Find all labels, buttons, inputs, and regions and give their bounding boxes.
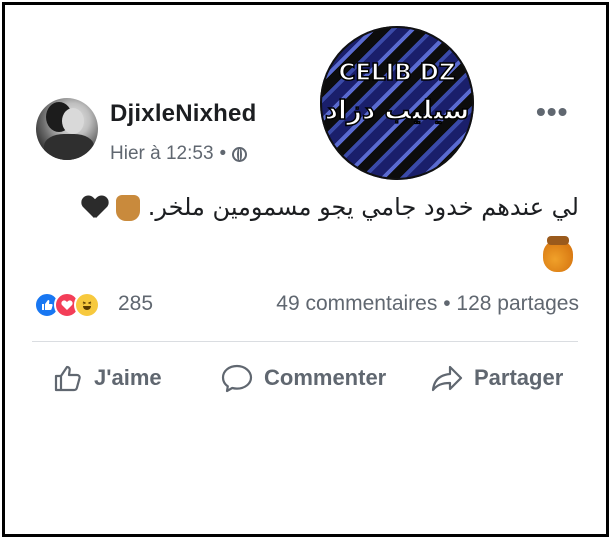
rock-hand-emoji-icon — [116, 195, 141, 221]
more-options-icon[interactable]: ••• — [536, 96, 568, 128]
black-heart-emoji-icon — [82, 196, 108, 220]
post-text-content: لي عندهم خدود جامي يجو مسمومين ملخر. — [147, 193, 579, 221]
logo-arabic-text: سيليب دزاد — [324, 95, 470, 127]
divider — [32, 341, 578, 342]
like-label: J'aime — [94, 365, 162, 390]
share-label: Partager — [474, 365, 564, 390]
reaction-icons[interactable] — [34, 292, 100, 318]
shares-count[interactable]: 128 partages — [456, 292, 579, 315]
post-timestamp[interactable]: Hier à 12:53 • — [110, 143, 248, 165]
reaction-count[interactable]: 285 — [118, 292, 153, 316]
like-button[interactable]: J'aime — [52, 362, 162, 394]
comment-icon — [221, 364, 253, 393]
celib-dz-logo: CELIB DZ سيليب دزاد — [320, 26, 474, 180]
thumbs-up-icon — [54, 365, 81, 392]
comment-button[interactable]: Commenter — [220, 362, 386, 394]
honey-pot-emoji-icon — [543, 236, 573, 272]
author-name[interactable]: DjixleNixhed — [110, 100, 256, 128]
screenshot-frame — [2, 2, 609, 537]
comments-count[interactable]: 49 commentaires — [276, 292, 437, 315]
comment-label: Commenter — [264, 365, 387, 390]
avatar-body — [44, 134, 94, 160]
post-text: لي عندهم خدود جامي يجو مسمومين ملخر. — [39, 188, 579, 226]
stats-separator: • — [443, 292, 451, 315]
haha-reaction-icon — [74, 292, 100, 318]
avatar-face — [62, 108, 84, 134]
share-button[interactable]: Partager — [430, 362, 563, 394]
avatar[interactable] — [36, 98, 98, 160]
globe-icon — [232, 146, 248, 162]
share-icon — [431, 365, 463, 392]
logo-text: CELIB DZ — [338, 59, 457, 87]
timestamp-text: Hier à 12:53 — [110, 143, 214, 164]
post-stats: 49 commentaires • 128 partages — [276, 292, 579, 316]
separator-dot: • — [219, 143, 227, 164]
